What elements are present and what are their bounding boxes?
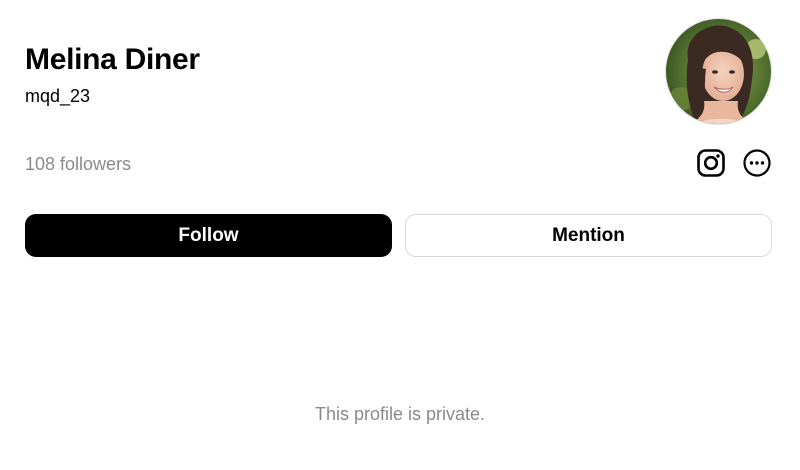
profile-display-name: Melina Diner [25,43,200,76]
profile-card: Melina Diner mqd_23 108 followers Follow… [0,0,800,470]
avatar-photo [666,19,771,124]
private-profile-notice: This profile is private. [314,404,486,424]
follow-button[interactable]: Follow [25,214,392,257]
followers-count[interactable]: 108 followers [25,152,131,176]
mention-button[interactable]: Mention [405,214,772,257]
more-options-icon[interactable] [741,147,773,179]
profile-username: mqd_23 [25,86,91,106]
avatar[interactable] [666,19,771,124]
instagram-icon[interactable] [695,147,727,179]
